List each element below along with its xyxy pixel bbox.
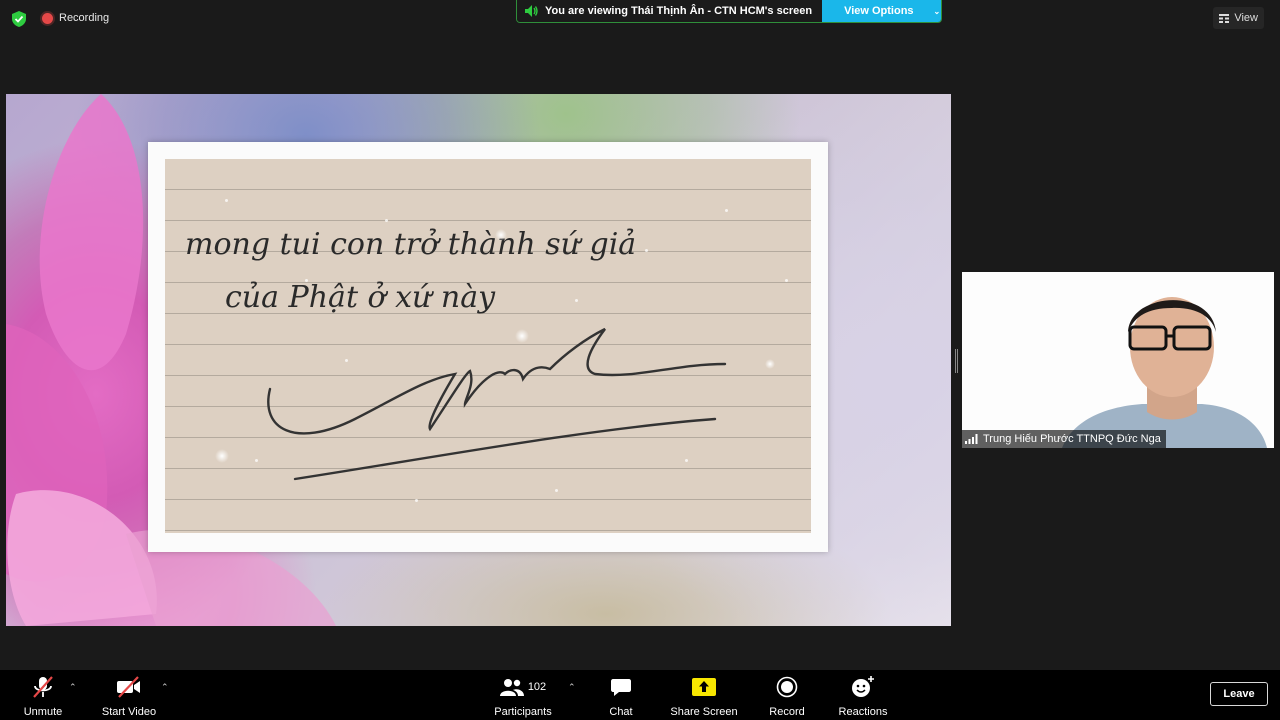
participants-button[interactable]: 102 Participants: [492, 675, 554, 718]
handwriting-line1: mong tui con trở thành sứ giả: [185, 227, 636, 262]
unmute-button[interactable]: Unmute: [20, 675, 66, 718]
participants-icon: [499, 679, 524, 696]
share-screen-label: Share Screen: [670, 706, 738, 718]
share-screen-button[interactable]: Share Screen: [670, 675, 738, 718]
share-screen-icon: [692, 678, 716, 696]
viewing-text: You are viewing Thái Thịnh Ân - CTN HCM'…: [545, 5, 813, 17]
microphone-muted-icon: [33, 676, 53, 698]
signature-scribble: [267, 327, 727, 435]
signature-card: mong tui con trở thành sứ giả của Phật ở…: [148, 142, 828, 552]
audio-options-caret[interactable]: ⌃: [69, 682, 77, 693]
viewing-banner: You are viewing Thái Thịnh Ân - CTN HCM'…: [516, 0, 943, 23]
resize-handle[interactable]: [955, 349, 958, 373]
view-options-button[interactable]: View Options ⌄: [822, 0, 942, 22]
video-off-icon: [117, 676, 140, 698]
participant-name-tag: Trung Hiếu Phước TTNPQ Đức Nga: [962, 430, 1166, 448]
chat-label: Chat: [609, 706, 633, 718]
reactions-icon: [852, 676, 874, 697]
reactions-button[interactable]: Reactions: [837, 675, 889, 718]
record-icon: [776, 676, 798, 698]
handwritten-note: mong tui con trở thành sứ giả của Phật ở…: [185, 227, 727, 481]
lined-paper: mong tui con trở thành sứ giả của Phật ở…: [165, 159, 811, 533]
recording-label: Recording: [59, 12, 110, 24]
leave-button[interactable]: Leave: [1210, 682, 1268, 706]
record-label: Record: [769, 706, 805, 718]
participants-options-caret[interactable]: ⌃: [568, 682, 576, 693]
participant-video-tile[interactable]: Trung Hiếu Phước TTNPQ Đức Nga: [962, 272, 1274, 448]
participant-video: [962, 272, 1274, 448]
speaker-icon: [525, 5, 538, 17]
view-label: View: [1234, 12, 1258, 24]
video-options-caret[interactable]: ⌃: [161, 682, 169, 693]
participant-name: Trung Hiếu Phước TTNPQ Đức Nga: [983, 433, 1161, 445]
participants-label: Participants: [494, 706, 552, 718]
chevron-down-icon: ⌄: [933, 6, 941, 16]
unmute-label: Unmute: [23, 706, 63, 718]
chat-icon: [611, 679, 631, 696]
reactions-label: Reactions: [838, 706, 888, 718]
shield-check-icon[interactable]: [12, 11, 26, 27]
meeting-toolbar: Unmute ⌃ Start Video ⌃ 102 Participants …: [0, 670, 1280, 720]
view-button[interactable]: View: [1213, 7, 1264, 29]
recording-icon: [42, 12, 53, 24]
signal-icon: [965, 434, 978, 444]
chat-button[interactable]: Chat: [606, 675, 636, 718]
view-options-label: View Options: [844, 5, 914, 17]
grid-icon: [1219, 13, 1230, 23]
start-video-button[interactable]: Start Video: [100, 675, 158, 718]
participants-count: 102: [527, 681, 547, 693]
recording-indicator[interactable]: Recording: [42, 12, 109, 24]
record-button[interactable]: Record: [768, 675, 806, 718]
shared-screen: mong tui con trở thành sứ giả của Phật ở…: [6, 94, 951, 626]
handwriting-line2: của Phật ở xứ này: [225, 280, 496, 315]
signature-underline: [293, 417, 717, 481]
start-video-label: Start Video: [101, 706, 157, 718]
